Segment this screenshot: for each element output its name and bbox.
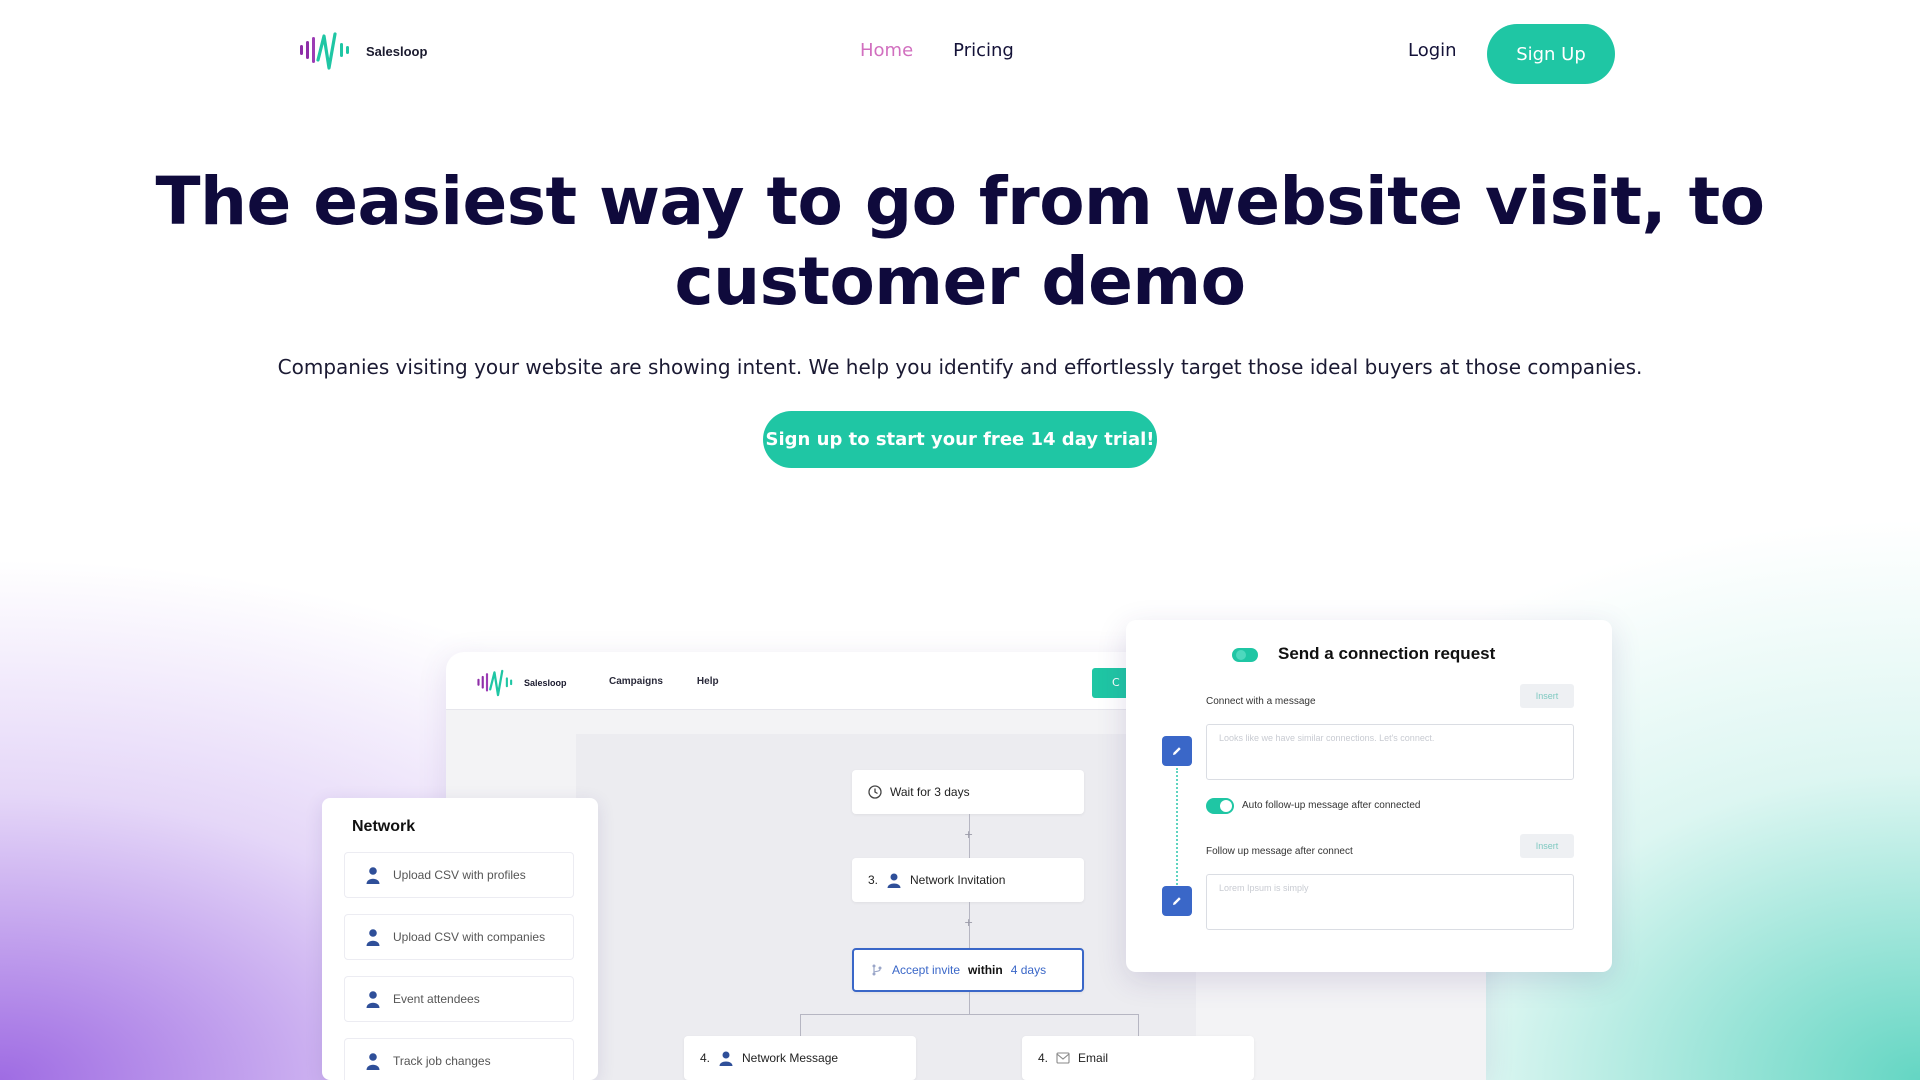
person-icon	[719, 1051, 733, 1066]
flow-node-accept-invite: Accept invite within 4 days	[852, 948, 1084, 992]
accept-within-text: within	[968, 963, 1003, 977]
connection-request-card: Send a connection request Connect with a…	[1126, 620, 1612, 972]
free-trial-cta-button[interactable]: Sign up to start your free 14 day trial!	[763, 411, 1157, 468]
branch-icon	[872, 964, 882, 976]
app-logo: Salesloop	[476, 668, 567, 698]
flow-branch-line	[800, 1014, 1138, 1015]
add-step-icon: +	[964, 828, 974, 841]
nav-pricing-link[interactable]: Pricing	[953, 40, 1014, 61]
sign-up-button[interactable]: Sign Up	[1487, 24, 1615, 84]
network-item-label: Upload CSV with profiles	[393, 868, 526, 882]
flow-step-number: 3.	[868, 873, 879, 887]
network-panel: Network Upload CSV with profiles Upload …	[322, 798, 598, 1080]
accept-days-text: 4 days	[1010, 963, 1047, 977]
network-item: Event attendees	[344, 976, 574, 1022]
clock-icon	[868, 785, 882, 799]
flow-node-email: 4. Email	[1022, 1036, 1254, 1080]
network-item: Upload CSV with profiles	[344, 852, 574, 898]
network-item: Track job changes	[344, 1038, 574, 1080]
app-brand-name: Salesloop	[524, 678, 567, 688]
follow-up-message-textbox: Lorem Ipsum is simply	[1206, 874, 1574, 930]
hero-title: The easiest way to go from website visit…	[155, 163, 1765, 320]
nav-home-link[interactable]: Home	[860, 40, 913, 61]
flow-node-label: Network Message	[742, 1051, 839, 1065]
app-menu: Campaigns Help	[609, 676, 719, 687]
flow-node-network-invitation: 3. Network Invitation	[852, 858, 1084, 902]
mail-icon	[1056, 1052, 1070, 1064]
network-item-label: Track job changes	[393, 1054, 491, 1068]
accept-invite-text: Accept invite	[892, 963, 961, 977]
flow-node-label: Email	[1078, 1051, 1109, 1065]
app-menu-campaigns: Campaigns	[609, 676, 663, 687]
network-item-label: Event attendees	[393, 992, 480, 1006]
edit-follow-up-button	[1162, 886, 1192, 916]
connection-card-title: Send a connection request	[1278, 644, 1496, 663]
person-icon	[366, 1053, 380, 1070]
insert-button-2: Insert	[1520, 834, 1574, 858]
flow-node-network-message: 4. Network Message	[684, 1036, 916, 1080]
person-icon	[366, 867, 380, 884]
login-link[interactable]: Login	[1408, 40, 1457, 61]
flow-connector	[1138, 1014, 1139, 1036]
main-nav: Home Pricing	[860, 40, 1014, 61]
auto-follow-up-label: Auto follow-up message after connected	[1242, 800, 1421, 811]
brand-name: Salesloop	[366, 43, 428, 59]
flow-node-label: Wait for 3 days	[890, 785, 970, 799]
add-step-icon: +	[964, 916, 974, 929]
flow-step-number: 4.	[700, 1051, 711, 1065]
insert-button: Insert	[1520, 684, 1574, 708]
salesloop-logo-icon	[477, 669, 513, 697]
app-menu-help: Help	[696, 676, 719, 687]
person-icon	[366, 929, 380, 946]
dotted-connector	[1176, 768, 1178, 896]
connect-message-label: Connect with a message	[1206, 696, 1316, 707]
linkedin-toggle-icon	[1232, 648, 1258, 662]
edit-message-button	[1162, 736, 1192, 766]
flow-connector	[800, 1014, 801, 1036]
follow-up-label: Follow up message after connect	[1206, 846, 1353, 857]
brand-logo[interactable]: Salesloop	[298, 30, 427, 72]
flow-node-label: Network Invitation	[910, 873, 1006, 887]
person-icon	[366, 991, 380, 1008]
hero-subtitle: Companies visiting your website are show…	[277, 355, 1643, 379]
network-panel-title: Network	[352, 818, 416, 835]
auto-follow-up-toggle	[1206, 798, 1234, 814]
flow-connector	[969, 992, 970, 1014]
pencil-icon	[1173, 747, 1181, 755]
network-item-label: Upload CSV with companies	[393, 930, 546, 944]
salesloop-logo-icon	[300, 32, 349, 70]
flow-node-wait: Wait for 3 days	[852, 770, 1084, 814]
person-icon	[887, 873, 901, 888]
flow-step-number: 4.	[1038, 1051, 1049, 1065]
connection-message-textbox: Looks like we have similar connections. …	[1206, 724, 1574, 780]
network-item: Upload CSV with companies	[344, 914, 574, 960]
top-navigation: Salesloop Home Pricing Login Sign Up	[0, 0, 1920, 108]
pencil-icon	[1173, 897, 1181, 905]
